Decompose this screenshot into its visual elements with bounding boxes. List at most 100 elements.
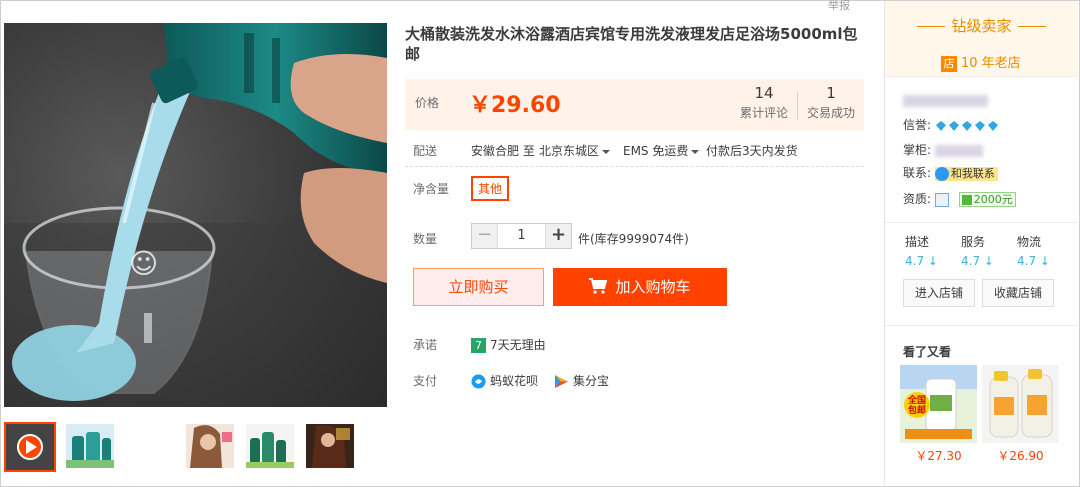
delivery-time: 付款后3天内发货 [706,144,798,158]
rating-score: 4.7 [905,254,925,268]
hair-model-thumb [186,424,234,468]
credit-label: 信誉: [903,118,932,132]
price-panel: 价格 ￥29.60 14 累计评论 1 交易成功 [405,79,864,130]
reviews-stat[interactable]: 14 累计评论 [740,84,788,121]
divider [885,325,1078,326]
owner-name-redacted [934,144,983,157]
hair-model-dark-thumb [306,424,354,468]
product-image [982,365,1059,443]
rating-name: 描述 [905,235,930,249]
reviews-count: 14 [754,84,774,102]
seven-day-icon: 7 [471,338,486,353]
deposit-icon [961,195,972,205]
enter-shop-button[interactable]: 进入店铺 [903,279,975,307]
seller-level-label: 钻级卖家 [951,17,1012,35]
rating-score: 4.7 [1017,254,1037,268]
huabei-icon [471,374,486,389]
recommended-item-1[interactable]: 全国 包邮 [900,365,977,443]
shipping-method-value: EMS 免运费 [623,144,689,158]
main-product-image[interactable]: ☺ [4,23,387,407]
deposit-amount: 2000元 [973,193,1013,206]
thumbnail-hair-model[interactable] [186,424,234,468]
divider [917,26,946,27]
rating-service: 服务 4.7 ↓ [961,233,1011,268]
rating-name: 服务 [961,235,986,249]
stat-divider [797,91,798,119]
shipping-from: 安徽合肥 至 [471,144,535,158]
thumbnail-hair-model-dark[interactable] [306,424,354,468]
cart-icon [589,278,608,294]
option-selected[interactable]: 其他 [471,176,510,201]
price-value: ￥29.60 [469,93,561,118]
recommended-item-2[interactable] [982,365,1059,443]
also-viewed-title: 看了又看 [903,345,952,359]
report-link[interactable]: 举报 [828,0,850,13]
id-verified-icon[interactable] [934,192,949,207]
bottles-thumb [246,424,294,468]
shipping-method-select[interactable]: EMS 免运费 [623,142,700,159]
store-icon: 店 [941,55,957,72]
seller-header: 钻级卖家 店 10 年老店 [885,1,1078,77]
recommended-price-1: ￥27.30 [915,449,962,463]
thumbnail-bottles[interactable] [246,424,294,468]
shampoo-product-thumb [66,424,114,468]
seven-day-return[interactable]: 7 7天无理由 [471,336,546,353]
favorite-shop-button[interactable]: 收藏店铺 [982,279,1054,307]
recommended-price-2: ￥26.90 [997,449,1044,463]
store-age-label: 10 年老店 [961,56,1021,71]
payment-huabei[interactable]: 蚂蚁花呗 [471,372,538,389]
seller-level: 钻级卖家 [885,15,1078,36]
deals-stat: 1 交易成功 [807,84,855,121]
deals-count: 1 [826,84,836,102]
badge-line: 包邮 [907,406,926,416]
increment-button[interactable]: + [545,224,571,248]
quantity-input[interactable]: 1 [498,224,545,248]
jifenbao-label: 集分宝 [573,374,610,388]
promise-text: 7天无理由 [490,338,546,352]
arrow-down-icon: ↓ [1039,254,1050,268]
contact-seller-button[interactable]: 和我联系 [934,166,998,181]
contact-label: 联系: [903,166,932,180]
video-frame-image: ☺ [4,23,387,407]
promise-label: 承诺 [413,338,438,352]
quantity-label: 数量 [413,232,438,246]
diamond-rating-icon [935,118,1000,132]
qualification-label: 资质: [903,192,932,206]
owner-row: 掌柜: [903,141,983,158]
option-label: 净含量 [413,182,450,196]
stock-info: 件(库存9999074件) [578,232,689,246]
qualification-row: 资质: 2000元 [903,190,1016,207]
rating-score: 4.7 [961,254,981,268]
thumbnail-video[interactable] [4,422,56,472]
decrement-button[interactable]: − [472,224,498,248]
destination-select[interactable]: 北京东城区 [539,142,611,159]
rating-description: 描述 4.7 ↓ [905,233,955,268]
price-label: 价格 [415,96,440,110]
payment-jifenbao[interactable]: 集分宝 [554,372,609,389]
contact-row: 联系: 和我联系 [903,164,998,181]
divider [885,222,1078,223]
thumbnail-product[interactable] [66,424,114,468]
owner-label: 掌柜: [903,143,932,157]
thumbnail-strip [4,420,387,474]
jifenbao-icon [555,375,568,388]
deals-label: 交易成功 [807,106,856,120]
contact-button-label: 和我联系 [950,166,995,180]
arrow-down-icon: ↓ [927,254,938,268]
badge-line: 全国 [907,396,926,406]
store-age: 店 10 年老店 [941,52,1021,72]
divider [405,166,864,167]
svg-text:☺: ☺ [129,247,158,280]
add-to-cart-button[interactable]: 加入购物车 [553,268,727,306]
reviews-label: 累计评论 [740,106,789,120]
credit-row: 信誉: [903,116,1000,133]
payment-label: 支付 [413,374,438,388]
chevron-down-icon [602,149,611,154]
deposit-badge[interactable]: 2000元 [958,192,1016,207]
wangwang-icon [934,166,949,181]
buy-now-button[interactable]: 立即购买 [413,268,544,306]
product-title: 大桶散装洗发水沐浴露酒店宾馆专用洗发液理发店足浴场5000ml包邮 [405,25,858,63]
seller-name-row [903,93,988,107]
huabei-label: 蚂蚁花呗 [490,374,539,388]
divider [1017,26,1046,27]
